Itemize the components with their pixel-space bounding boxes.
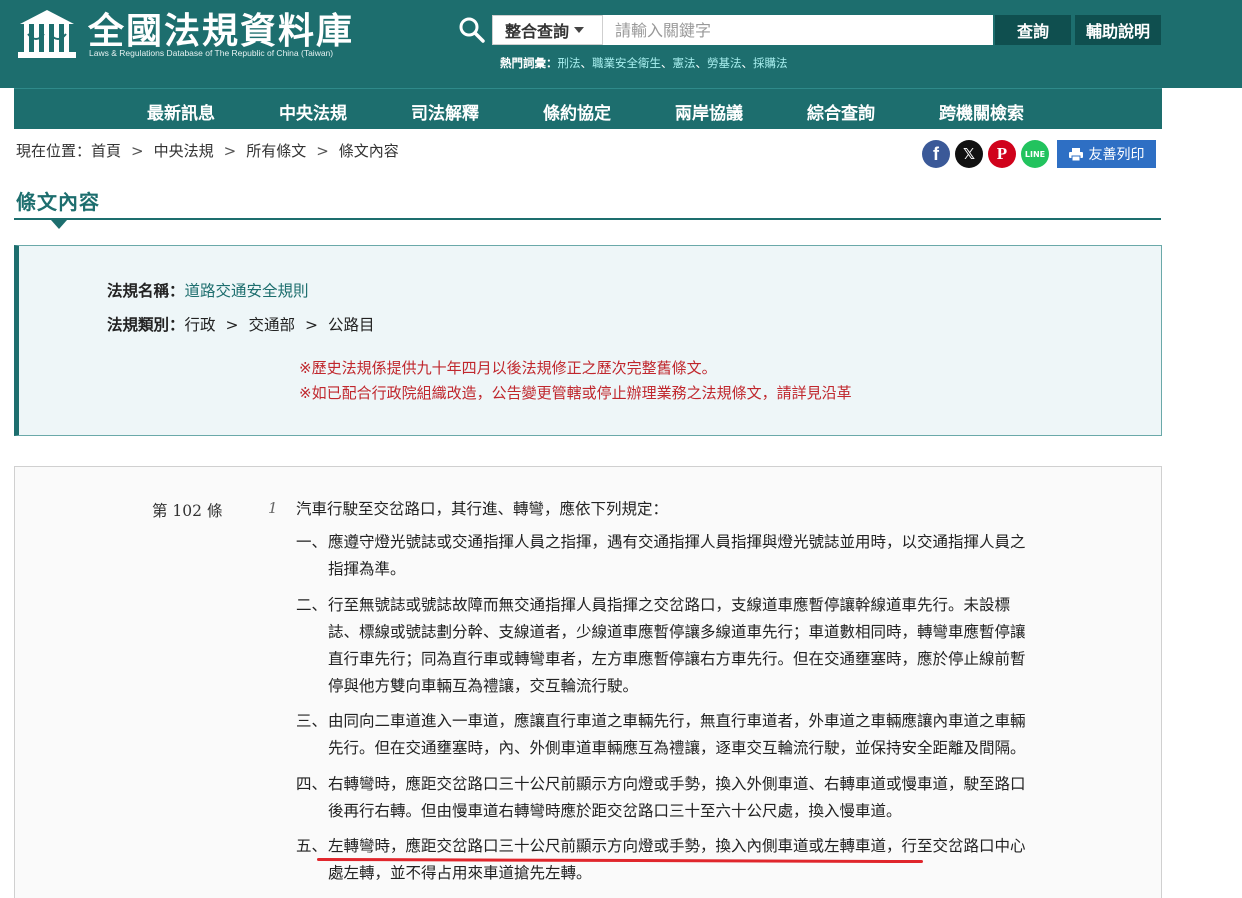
article-number: 第 102 條: [152, 502, 223, 520]
section-arrow-icon: [51, 220, 67, 229]
nav-item-judicial[interactable]: 司法解釋: [411, 99, 479, 124]
law-category-row: 法規類別：行政 > 交通部 > 公路目: [107, 316, 375, 334]
search-icon: [459, 17, 485, 43]
reorg-note[interactable]: ※如已配合行政院組織改造，公告變更管轄或停止辦理業務之法規條文，請詳見沿革: [299, 382, 852, 403]
nav-item-cross-strait[interactable]: 兩岸協議: [675, 99, 743, 124]
printer-icon: [1068, 147, 1083, 161]
history-note: ※歷史法規係提供九十年四月以後法規修正之歷次完整舊條文。: [299, 359, 717, 377]
hot-terms-label: 熱門詞彙：: [500, 56, 558, 70]
facebook-share-icon[interactable]: f: [922, 140, 950, 168]
help-button[interactable]: 輔助說明: [1075, 15, 1161, 45]
hot-term-link[interactable]: 憲法: [673, 56, 696, 70]
nav-item-central-laws[interactable]: 中央法規: [279, 99, 347, 124]
breadcrumb-home[interactable]: 首頁: [91, 142, 121, 160]
law-name-link[interactable]: 道路交通安全規則: [185, 282, 309, 300]
breadcrumb-all-articles[interactable]: 所有條文: [246, 142, 306, 160]
chevron-down-icon: [574, 27, 585, 33]
line-share-icon[interactable]: LINE: [1021, 140, 1049, 168]
query-button[interactable]: 查詢: [995, 15, 1071, 45]
paragraph-number: 1: [268, 499, 278, 517]
law-name-label: 法規名稱：: [107, 282, 185, 300]
nav-item-news[interactable]: 最新訊息: [147, 99, 215, 124]
site-subtitle: Laws & Regulations Database of The Repub…: [89, 48, 334, 58]
breadcrumb-central-laws[interactable]: 中央法規: [154, 142, 214, 160]
article-lead: 汽車行駛至交岔路口，其行進、轉彎，應依下列規定：: [296, 500, 669, 518]
site-title[interactable]: 全國法規資料庫: [88, 2, 354, 54]
search-input[interactable]: [603, 15, 993, 45]
hot-terms: 熱門詞彙：刑法、職業安全衛生、憲法、勞基法、採購法: [500, 56, 788, 70]
x-share-icon[interactable]: 𝕏: [955, 140, 983, 168]
breadcrumb-current: 條文內容: [338, 142, 399, 160]
law-name-row: 法規名稱：道路交通安全規則: [107, 279, 309, 301]
nav-item-treaties[interactable]: 條約協定: [543, 99, 611, 124]
nav-item-search[interactable]: 綜合查詢: [807, 99, 875, 124]
section-divider: [14, 218, 1161, 220]
search-type-label: 整合查詢: [505, 22, 570, 41]
print-label: 友善列印: [1088, 147, 1145, 163]
breadcrumb-prefix: 現在位置：: [16, 142, 92, 160]
print-button[interactable]: 友善列印: [1057, 140, 1156, 168]
hot-term-link[interactable]: 刑法: [558, 56, 581, 70]
law-info-box: 法規名稱：道路交通安全規則 法規類別：行政 > 交通部 > 公路目 ※歷史法規係提供九十…: [14, 245, 1162, 436]
hot-term-link[interactable]: 採購法: [753, 56, 788, 70]
article-box: 第 102 條 1 汽車行駛至交岔路口，其行進、轉彎，應依下列規定： 一、 應遵…: [14, 466, 1162, 898]
hot-term-link[interactable]: 職業安全衛生: [592, 56, 661, 70]
site-header: 全國法規資料庫 Laws & Regulations Database of T…: [0, 0, 1242, 88]
nav-item-cross-agency[interactable]: 跨機關檢索: [939, 99, 1024, 124]
section-title: 條文內容: [16, 190, 100, 214]
law-category-label: 法規類別：: [107, 316, 185, 334]
pinterest-share-icon[interactable]: P: [988, 140, 1016, 168]
main-nav: 最新訊息 中央法規 司法解釋 條約協定 兩岸協議 綜合查詢 跨機關檢索: [14, 88, 1162, 129]
hot-term-link[interactable]: 勞基法: [707, 56, 742, 70]
logo-scales-icon[interactable]: [14, 6, 80, 62]
breadcrumb: 現在位置：首頁 > 中央法規 > 所有條文 > 條文內容: [16, 142, 399, 160]
search-type-select[interactable]: 整合查詢: [492, 15, 603, 45]
